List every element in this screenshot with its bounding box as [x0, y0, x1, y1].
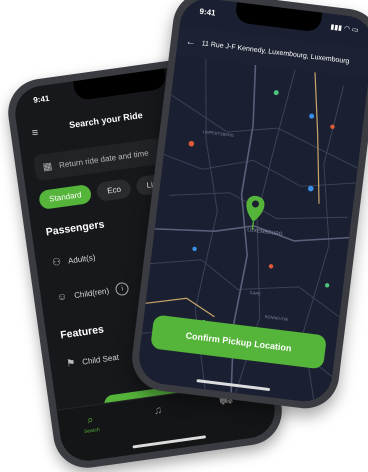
child-icon: ☺ — [56, 291, 69, 304]
nav-notifications[interactable]: ♫ — [153, 404, 163, 417]
child-seat-icon: ⚑ — [65, 357, 77, 370]
person-icon: ⚇ — [51, 256, 62, 269]
back-arrow-icon[interactable]: ← — [185, 36, 196, 48]
status-time: 9:41 — [199, 6, 217, 18]
phone-notch — [234, 2, 323, 33]
status-icons: ▮▮▮ ◠ ▭ — [330, 23, 359, 35]
nav-search-label: Search — [83, 426, 101, 436]
tab-eco[interactable]: Eco — [96, 178, 133, 202]
nav-search[interactable]: ⌕ Search — [82, 413, 101, 436]
features-title: Features — [59, 323, 105, 342]
adults-label: Adult(s) — [67, 252, 97, 266]
bell-icon: ♫ — [153, 404, 163, 418]
children-row: ☺ Child(ren) i — [56, 281, 130, 305]
adults-row: ⚇ Adult(s) — [52, 252, 97, 269]
map-screen: 9:41 ▮▮▮ ◠ ▭ ← 11 Rue J-F Kennedy, Luxem… — [136, 0, 368, 405]
info-icon[interactable]: i — [115, 281, 130, 297]
phone-notch — [73, 68, 168, 102]
page-title: Search your Ride — [68, 109, 144, 131]
return-date-placeholder: Return ride date and time — [58, 147, 150, 170]
pickup-address: 11 Rue J-F Kennedy, Luxembourg, Luxembou… — [201, 39, 350, 65]
passengers-title: Passengers — [45, 218, 106, 239]
menu-icon[interactable]: ≡ — [31, 127, 39, 140]
child-seat-row[interactable]: ⚑ Child Seat — [66, 352, 120, 370]
home-indicator — [132, 435, 207, 449]
status-time: 9:41 — [32, 93, 50, 105]
tab-standard[interactable]: Standard — [38, 183, 93, 211]
child-seat-label: Child Seat — [81, 352, 120, 367]
search-icon: ⌕ — [86, 413, 95, 427]
children-label: Child(ren) — [73, 286, 110, 301]
calendar-icon: ▦ — [42, 160, 53, 173]
